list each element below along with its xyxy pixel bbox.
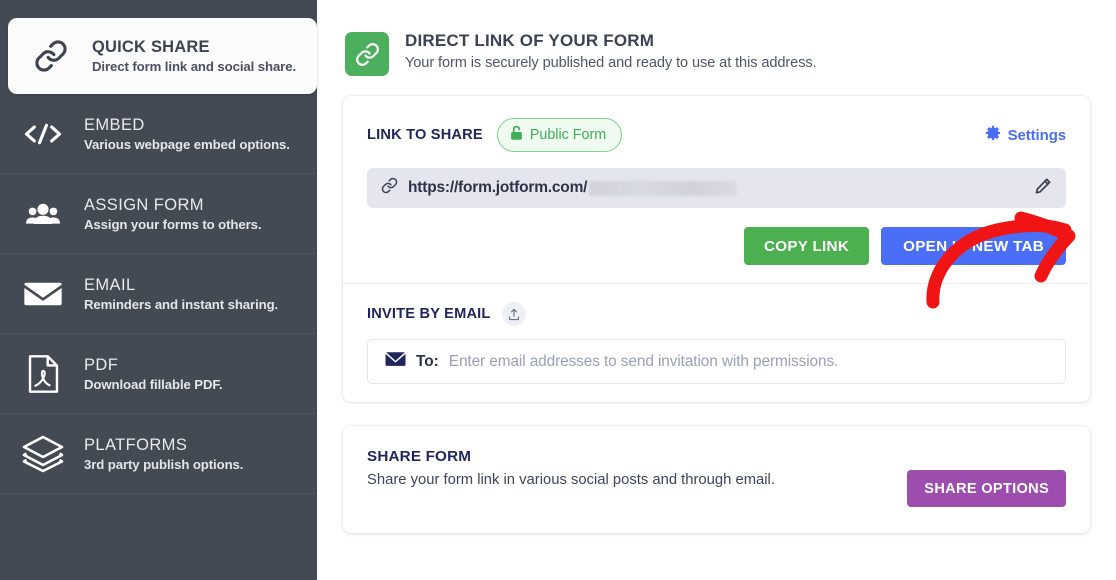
sidebar-item-text: EMBED Various webpage embed options.	[84, 116, 290, 152]
open-in-new-tab-button[interactable]: OPEN IN NEW TAB	[881, 227, 1066, 265]
gear-icon	[985, 125, 1001, 145]
sidebar-item-title: EMBED	[84, 115, 145, 134]
status-badge-public-form[interactable]: Public Form	[496, 118, 623, 152]
main-content: DIRECT LINK OF YOUR FORM Your form is se…	[317, 0, 1116, 580]
sidebar-item-text: EMAIL Reminders and instant sharing.	[84, 276, 278, 312]
page-title: DIRECT LINK OF YOUR FORM	[405, 31, 655, 50]
sidebar-item-subtitle: Reminders and instant sharing.	[84, 296, 279, 312]
sidebar-item-title: ASSIGN FORM	[84, 195, 204, 214]
envelope-icon	[18, 280, 68, 308]
invite-email-input[interactable]: To: Enter email addresses to send invita…	[367, 339, 1066, 384]
code-brackets-icon	[18, 120, 68, 148]
sidebar-item-title: PLATFORMS	[84, 435, 188, 454]
sidebar-item-text: QUICK SHARE Direct form link and social …	[92, 38, 296, 74]
form-url-value: https://form.jotform.com/	[408, 179, 738, 197]
invite-to-label: To:	[416, 352, 439, 370]
sidebar-item-pdf[interactable]: PDF Download fillable PDF.	[0, 334, 317, 414]
open-padlock-icon	[510, 125, 523, 145]
link-to-share-card: LINK TO SHARE Public Form Settings https…	[343, 96, 1090, 402]
sidebar-item-subtitle: Direct form link and social share.	[92, 59, 297, 74]
page-subtitle: Your form is securely published and read…	[405, 55, 817, 72]
sidebar: QUICK SHARE Direct form link and social …	[0, 0, 317, 580]
pdf-document-icon	[18, 354, 68, 394]
page-header: DIRECT LINK OF YOUR FORM Your form is se…	[345, 30, 1090, 76]
sidebar-item-email[interactable]: EMAIL Reminders and instant sharing.	[0, 254, 317, 334]
pencil-icon[interactable]	[1034, 177, 1052, 200]
sidebar-item-text: PDF Download fillable PDF.	[84, 355, 223, 392]
copy-link-button[interactable]: COPY LINK	[743, 227, 870, 265]
sidebar-item-title: EMAIL	[84, 275, 136, 294]
redacted-form-id	[589, 180, 738, 196]
sidebar-item-subtitle: Assign your forms to others.	[84, 216, 262, 232]
link-to-share-label: LINK TO SHARE	[367, 127, 483, 143]
invite-email-placeholder: Enter email addresses to send invitation…	[448, 352, 839, 370]
envelope-icon	[385, 351, 406, 372]
invite-by-email-header: INVITE BY EMAIL	[367, 302, 1066, 326]
sidebar-item-subtitle: 3rd party publish options.	[84, 456, 244, 472]
share-form-text: SHARE FORM Share your form link in vario…	[367, 448, 775, 490]
sidebar-item-text: ASSIGN FORM Assign your forms to others.	[84, 195, 262, 232]
link-card-header: LINK TO SHARE Public Form Settings	[367, 118, 1066, 152]
people-group-icon	[18, 200, 68, 228]
settings-label: Settings	[1007, 126, 1066, 144]
card-divider	[343, 283, 1090, 284]
link-to-share-group: LINK TO SHARE Public Form	[367, 118, 623, 152]
sidebar-item-assign-form[interactable]: ASSIGN FORM Assign your forms to others.	[0, 174, 317, 254]
share-form-title: SHARE FORM	[367, 448, 472, 465]
sidebar-item-text: PLATFORMS 3rd party publish options.	[84, 436, 243, 472]
link-chain-icon	[26, 39, 76, 73]
invite-by-email-label: INVITE BY EMAIL	[367, 306, 491, 322]
form-url-field[interactable]: https://form.jotform.com/	[367, 168, 1066, 208]
sidebar-item-subtitle: Download fillable PDF.	[84, 376, 223, 392]
link-action-buttons: COPY LINK OPEN IN NEW TAB	[367, 227, 1066, 265]
share-form-card: SHARE FORM Share your form link in vario…	[343, 426, 1090, 533]
share-form-description: Share your form link in various social p…	[367, 472, 775, 488]
status-badge-label: Public Form	[529, 127, 607, 143]
settings-link[interactable]: Settings	[985, 125, 1066, 145]
sidebar-item-platforms[interactable]: PLATFORMS 3rd party publish options.	[0, 414, 317, 494]
upload-icon[interactable]	[501, 302, 526, 326]
sidebar-item-title: PDF	[84, 355, 119, 374]
share-options-button[interactable]: SHARE OPTIONS	[907, 470, 1066, 507]
sidebar-item-title: QUICK SHARE	[92, 38, 210, 56]
link-chain-icon	[381, 177, 398, 199]
layers-stack-icon	[18, 434, 68, 474]
page-header-text: DIRECT LINK OF YOUR FORM Your form is se…	[405, 30, 817, 71]
sidebar-item-embed[interactable]: EMBED Various webpage embed options.	[0, 94, 317, 174]
link-chain-icon	[345, 32, 389, 76]
sidebar-item-quick-share[interactable]: QUICK SHARE Direct form link and social …	[8, 18, 317, 94]
sidebar-top-strip	[0, 0, 317, 18]
share-page: QUICK SHARE Direct form link and social …	[0, 0, 1116, 580]
sidebar-item-subtitle: Various webpage embed options.	[84, 136, 290, 152]
form-url-text: https://form.jotform.com/	[408, 179, 588, 196]
